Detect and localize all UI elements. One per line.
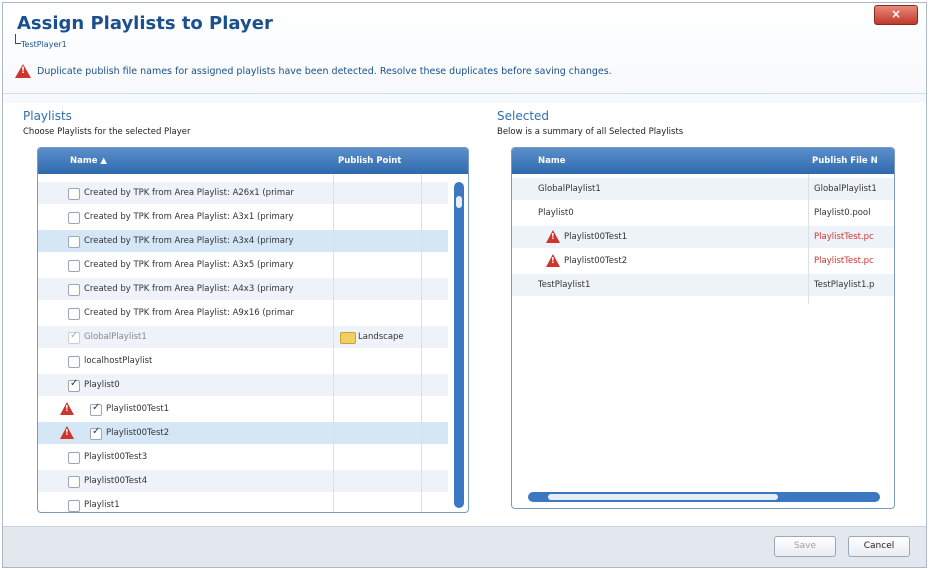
playlist-row[interactable]: Created by TPK from Area Playlist: A3x1 … — [38, 206, 448, 229]
playlist-checkbox[interactable] — [68, 284, 80, 296]
selected-playlist-name: GlobalPlaylist1 — [538, 184, 601, 194]
playlist-checkbox[interactable] — [68, 212, 80, 224]
column-header-publish-point[interactable]: Publish Point — [338, 156, 401, 166]
playlists-grid-header: Name ▲ Publish Point — [38, 148, 468, 174]
playlist-row[interactable]: Created by TPK from Area Playlist: A3x5 … — [38, 254, 448, 277]
column-header-name[interactable]: Name ▲ — [70, 156, 107, 166]
column-divider — [333, 174, 334, 512]
selected-grid-header: Name Publish File N — [512, 148, 894, 174]
playlist-name: Created by TPK from Area Playlist: A3x5 … — [84, 260, 294, 270]
playlist-row[interactable]: Created by TPK from Area Playlist: A9x16… — [38, 302, 448, 325]
assign-playlists-dialog: Assign Playlists to Player TestPlayer1 ×… — [2, 2, 927, 568]
column-divider — [808, 174, 809, 304]
warning-icon — [15, 64, 31, 78]
selected-row[interactable]: Playlist00Test1 PlaylistTest.pc — [512, 226, 894, 249]
selected-row[interactable]: GlobalPlaylist1 GlobalPlaylist1 — [512, 178, 894, 201]
selected-playlist-name: Playlist00Test1 — [564, 232, 628, 242]
selected-playlist-name: Playlist0 — [538, 208, 574, 218]
column-header-publish-file[interactable]: Publish File N — [812, 156, 878, 166]
column-divider — [421, 174, 422, 512]
column-header-name[interactable]: Name — [538, 156, 565, 166]
playlist-row[interactable]: Playlist0 — [38, 374, 448, 397]
playlist-checkbox[interactable] — [68, 330, 80, 344]
warning-text: Duplicate publish file names for assigne… — [37, 65, 612, 77]
playlist-checkbox[interactable] — [90, 402, 102, 416]
warning-icon — [546, 230, 560, 243]
publish-file-name: PlaylistTest.pc — [814, 256, 874, 266]
playlist-checkbox[interactable] — [68, 378, 80, 392]
playlist-row[interactable]: Playlist00Test3 — [38, 446, 448, 469]
selected-heading: Selected — [497, 109, 550, 123]
playlist-checkbox[interactable] — [68, 500, 80, 512]
dialog-title: Assign Playlists to Player — [17, 13, 273, 34]
playlist-row[interactable]: Playlist00Test4 — [38, 470, 448, 493]
playlist-checkbox[interactable] — [68, 308, 80, 320]
playlist-name: Created by TPK from Area Playlist: A26x1… — [84, 188, 294, 198]
playlist-row[interactable]: localhostPlaylist — [38, 350, 448, 373]
playlist-name: Created by TPK from Area Playlist: A3x4 … — [84, 236, 294, 246]
playlist-checkbox[interactable] — [68, 356, 80, 368]
selected-horizontal-scrollbar[interactable] — [528, 492, 880, 502]
playlist-row[interactable]: Created by TPK from Area Playlist: A26x1… — [38, 182, 448, 205]
playlist-row[interactable]: Created by TPK from Area Playlist: A3x4 … — [38, 230, 448, 253]
playlist-row[interactable]: GlobalPlaylist1 Landscape — [38, 326, 448, 349]
warning-icon — [546, 254, 560, 267]
playlist-checkbox[interactable] — [90, 426, 102, 440]
playlist-name: Created by TPK from Area Playlist: A4x3 … — [84, 284, 294, 294]
selected-playlist-name: TestPlaylist1 — [538, 280, 591, 290]
duplicate-warning: Duplicate publish file names for assigne… — [15, 62, 612, 80]
playlists-vertical-scrollbar[interactable] — [454, 182, 464, 508]
selected-grid: Name Publish File N GlobalPlaylist1 Globa… — [511, 147, 895, 509]
player-name: TestPlayer1 — [15, 34, 67, 49]
cancel-button[interactable]: Cancel — [848, 536, 910, 557]
playlist-name: Playlist00Test2 — [106, 428, 170, 438]
publish-file-name: TestPlaylist1.p — [814, 280, 875, 290]
playlist-checkbox[interactable] — [68, 188, 80, 200]
publish-file-name: GlobalPlaylist1 — [814, 184, 877, 194]
publish-point: Landscape — [358, 332, 404, 342]
save-button[interactable]: Save — [774, 536, 836, 557]
playlists-heading: Playlists — [23, 109, 72, 123]
playlist-name: Created by TPK from Area Playlist: A9x16… — [84, 308, 294, 318]
playlists-subheading: Choose Playlists for the selected Player — [23, 127, 191, 137]
warning-icon — [60, 402, 74, 415]
playlist-name: Created by TPK from Area Playlist: A3x1 … — [84, 212, 294, 222]
selected-playlist-name: Playlist00Test2 — [564, 256, 628, 266]
warning-icon — [60, 426, 74, 439]
playlist-name: Playlist0 — [84, 380, 120, 390]
playlist-name: Playlist1 — [84, 500, 120, 510]
publish-file-name: Playlist0.pool — [814, 208, 871, 218]
playlist-name: localhostPlaylist — [84, 356, 153, 366]
playlist-name: GlobalPlaylist1 — [84, 332, 147, 342]
close-button[interactable]: × — [874, 5, 918, 25]
dialog-header: Assign Playlists to Player TestPlayer1 ×… — [3, 3, 926, 103]
scroll-thumb[interactable] — [548, 494, 778, 500]
playlist-checkbox[interactable] — [68, 236, 80, 248]
playlist-name: Playlist00Test3 — [84, 452, 148, 462]
selected-row[interactable]: Playlist00Test2 PlaylistTest.pc — [512, 250, 894, 273]
selected-row[interactable]: TestPlaylist1 TestPlaylist1.p — [512, 274, 894, 297]
playlist-checkbox[interactable] — [68, 476, 80, 488]
selected-row[interactable]: Playlist0 Playlist0.pool — [512, 202, 894, 225]
scroll-thumb[interactable] — [456, 196, 462, 208]
playlist-row[interactable]: Created by TPK from Area Playlist: A4x3 … — [38, 278, 448, 301]
playlist-name: Playlist00Test4 — [84, 476, 148, 486]
playlist-row[interactable]: Playlist1 — [38, 494, 448, 512]
dialog-footer: Save Cancel — [3, 526, 926, 567]
playlist-checkbox[interactable] — [68, 260, 80, 272]
header-divider — [3, 93, 926, 94]
selected-subheading: Below is a summary of all Selected Playl… — [497, 127, 684, 137]
playlist-name: Playlist00Test1 — [106, 404, 170, 414]
playlist-checkbox[interactable] — [68, 452, 80, 464]
playlist-row[interactable]: Playlist00Test2 — [38, 422, 448, 445]
publish-file-name: PlaylistTest.pc — [814, 232, 874, 242]
playlist-row[interactable]: Playlist00Test1 — [38, 398, 448, 421]
playlists-grid: Name ▲ Publish Point Created by TPK from… — [37, 147, 469, 513]
folder-icon — [340, 332, 356, 344]
